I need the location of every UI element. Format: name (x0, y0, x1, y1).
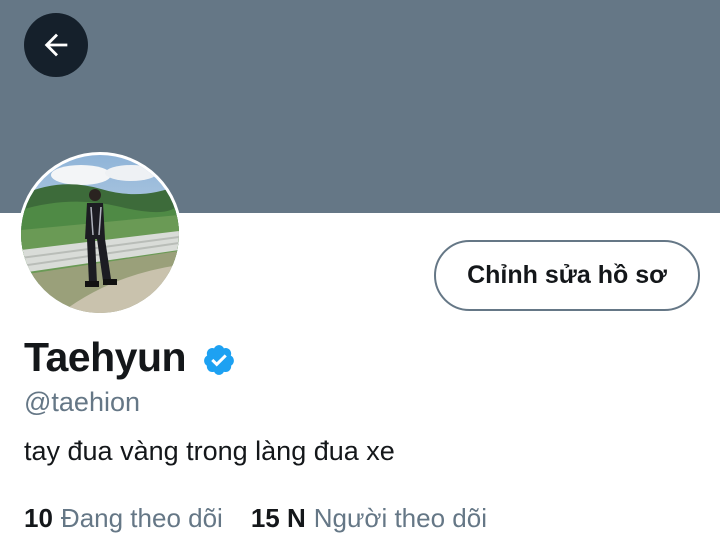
profile-name-row: Taehyun (24, 334, 236, 381)
back-button[interactable] (24, 13, 88, 77)
edit-profile-button[interactable]: Chỉnh sửa hồ sơ (434, 240, 700, 311)
followers-stat[interactable]: 15 N Người theo dõi (251, 503, 487, 534)
following-stat[interactable]: 10 Đang theo dõi (24, 503, 223, 534)
followers-label: Người theo dõi (313, 503, 487, 533)
profile-stats: 10 Đang theo dõi 15 N Người theo dõi (24, 503, 487, 534)
following-label: Đang theo dõi (60, 503, 223, 533)
profile-handle: @taehion (24, 387, 140, 417)
verified-badge-icon (204, 344, 234, 375)
arrow-left-icon (44, 33, 68, 57)
profile-avatar[interactable] (18, 152, 182, 316)
profile-display-name: Taehyun (24, 334, 187, 380)
profile-bio: tay đua vàng trong làng đua xe (24, 436, 395, 466)
following-count: 10 (24, 503, 53, 533)
followers-count: 15 N (250, 503, 306, 533)
